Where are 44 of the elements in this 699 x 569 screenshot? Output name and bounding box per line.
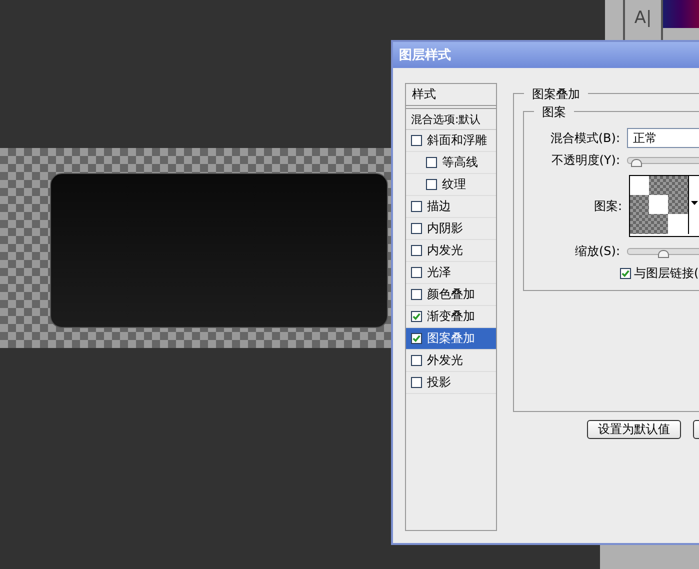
dropdown-arrow-icon[interactable] — [691, 201, 698, 205]
list-header[interactable]: 样式 — [406, 84, 496, 106]
group-title: 图案 — [534, 104, 574, 121]
style-item[interactable]: 等高线 — [406, 152, 496, 174]
checkbox[interactable] — [411, 311, 422, 322]
checkbox[interactable] — [411, 377, 422, 388]
style-item[interactable]: 内阴影 — [406, 218, 496, 240]
scale-label: 缩放(S): — [574, 243, 620, 260]
checkbox[interactable] — [411, 289, 422, 300]
checkbox[interactable] — [620, 268, 631, 279]
style-item[interactable]: 纹理 — [406, 174, 496, 196]
checkbox[interactable] — [426, 179, 437, 190]
opacity-slider[interactable] — [627, 157, 699, 164]
opacity-label: 不透明度(Y): — [550, 152, 620, 169]
slider-thumb[interactable] — [658, 250, 669, 258]
blend-options-item[interactable]: 混合选项:默认 — [406, 108, 496, 130]
checkbox[interactable] — [411, 245, 422, 256]
pattern-picker[interactable] — [629, 175, 699, 237]
style-item[interactable]: 光泽 — [406, 262, 496, 284]
group-title: 图案叠加 — [524, 86, 588, 103]
checkbox[interactable] — [411, 267, 422, 278]
style-item[interactable]: 斜面和浮雕 — [406, 130, 496, 152]
reset-default-button[interactable]: 设置为默认值 — [587, 420, 681, 439]
checkbox[interactable] — [411, 201, 422, 212]
blend-mode-label: 混合模式(B): — [549, 130, 620, 146]
style-item[interactable]: 颜色叠加 — [406, 284, 496, 306]
style-item[interactable]: 外发光 — [406, 350, 496, 372]
pattern-swatch-drawing — [630, 176, 689, 234]
style-item[interactable]: 投影 — [406, 372, 496, 394]
style-item[interactable]: 内发光 — [406, 240, 496, 262]
window-title: 图层样式 — [399, 47, 451, 64]
checkbox[interactable] — [426, 157, 437, 168]
style-item[interactable]: 图案叠加 — [406, 328, 496, 350]
link-with-layer-label: 与图层链接( — [634, 265, 699, 282]
style-item[interactable]: 描边 — [406, 196, 496, 218]
slider-thumb[interactable] — [631, 159, 642, 167]
blend-mode-select[interactable]: 正常 — [627, 128, 699, 148]
checkbox[interactable] — [411, 135, 422, 146]
checkbox[interactable] — [411, 223, 422, 234]
checkbox[interactable] — [411, 355, 422, 366]
scale-slider[interactable] — [627, 248, 699, 255]
pattern-label: 图案: — [592, 198, 622, 214]
color-swatches — [663, 0, 699, 28]
checkbox[interactable] — [411, 333, 422, 344]
